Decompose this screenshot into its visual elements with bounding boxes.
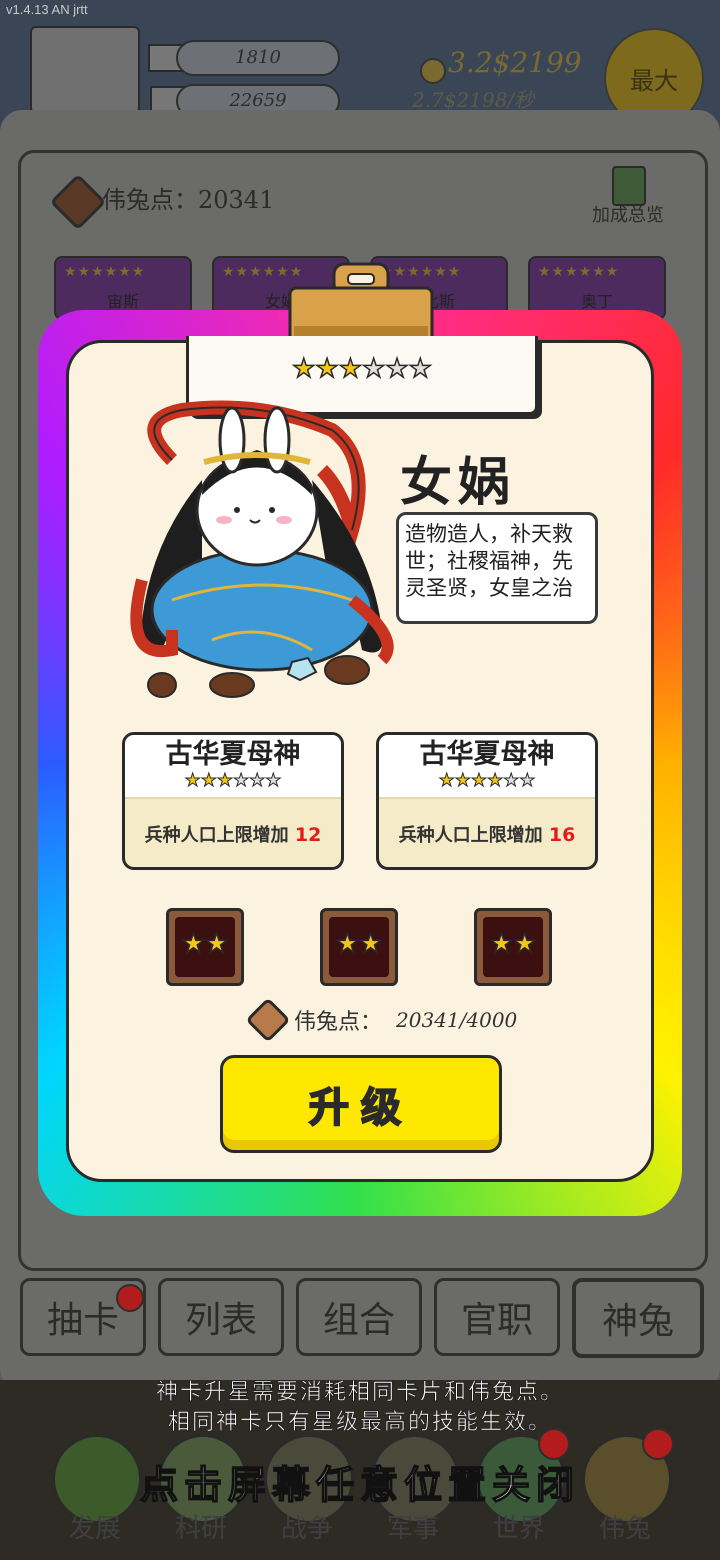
card-slot-stars: ★★★★★★: [64, 264, 146, 280]
points-label: 伟兔点：: [294, 1010, 383, 1035]
points-row: 伟兔点： 20341/4000: [245, 997, 518, 1043]
points-value: 20341/4000: [396, 1008, 518, 1032]
material-card-slot[interactable]: ★★: [320, 908, 398, 986]
star-filled-icon: ★: [486, 770, 504, 791]
star-empty-icon: ★: [408, 354, 433, 384]
gold-rate: 2.7$2198/秒: [412, 88, 535, 112]
hint-line-1: 神卡升星需要消耗相同卡片和伟兔点。: [155, 1380, 564, 1406]
star-empty-icon: ★: [232, 770, 250, 791]
material-stars: ★★: [483, 917, 543, 977]
star-empty-icon: ★: [385, 354, 410, 384]
skill-header: 古华夏母神 ★★★★★★: [125, 735, 341, 799]
star-filled-icon: ★: [181, 929, 206, 959]
skill-desc-text: 兵种人口上限增加: [398, 825, 543, 846]
skill-value: 16: [548, 824, 576, 846]
skill-value: 12: [294, 824, 322, 846]
gold-amount: 3.2$2199: [448, 46, 582, 79]
points-gem-icon: [245, 997, 291, 1043]
nav-label-war: 战争: [280, 1514, 333, 1544]
nav-label-research: 科研: [174, 1514, 227, 1544]
star-empty-icon: ★: [265, 770, 282, 791]
tab-official-post[interactable]: 官职: [434, 1278, 560, 1356]
star-filled-icon: ★: [184, 770, 201, 791]
skill-card-next: 古华夏母神 ★★★★★★ 兵种人口上限增加 16: [376, 732, 598, 870]
star-filled-icon: ★: [470, 770, 487, 791]
clipboard-icon: [612, 166, 646, 206]
nav-label-military: 军事: [386, 1514, 439, 1544]
star-filled-icon: ★: [216, 770, 233, 791]
skill-stars: ★★★★★★: [379, 770, 595, 791]
tab-god-rabbit[interactable]: 神兔: [572, 1278, 704, 1358]
star-filled-icon: ★: [335, 929, 360, 959]
card-description: 造物造人，补天救世；社稷福神，先灵圣贤，女皇之治: [396, 512, 598, 624]
skill-title: 古华夏母神: [165, 739, 301, 770]
star-filled-icon: ★: [489, 929, 514, 959]
material-stars: ★★: [329, 917, 389, 977]
coin-icon: [420, 58, 446, 84]
star-filled-icon: ★: [454, 770, 471, 791]
skill-description: 兵种人口上限增加 16: [379, 821, 595, 847]
skill-title: 古华夏母神: [419, 739, 555, 770]
tab-list[interactable]: 列表: [158, 1278, 284, 1356]
star-empty-icon: ★: [519, 770, 536, 791]
star-filled-icon: ★: [438, 770, 455, 791]
player-avatar[interactable]: [30, 26, 140, 114]
nav-label-develop: 发展: [68, 1514, 121, 1544]
tab-combo[interactable]: 组合: [296, 1278, 422, 1356]
star-empty-icon: ★: [503, 770, 520, 791]
material-card-slot[interactable]: ★★: [474, 908, 552, 986]
resource1-pill: 1810: [176, 40, 340, 76]
skill-stars: ★★★★★★: [125, 770, 341, 791]
nav-label-great-rabbit: 伟兔: [598, 1514, 651, 1544]
skill-description: 兵种人口上限增加 12: [125, 821, 341, 847]
card-slot-stars: ★★★★★★: [538, 264, 620, 280]
star-filled-icon: ★: [315, 354, 340, 384]
material-stars: ★★: [175, 917, 235, 977]
skill-card-current: 古华夏母神 ★★★★★★ 兵种人口上限增加 12: [122, 732, 344, 870]
tap-to-close-hint[interactable]: 点击屏幕任意位置关闭: [0, 1454, 720, 1509]
star-filled-icon: ★: [204, 929, 229, 959]
star-filled-icon: ★: [338, 354, 363, 384]
hint-line-2: 相同神卡只有星级最高的技能生效。: [167, 1410, 552, 1436]
clipboard-clip-icon: [288, 262, 434, 344]
upgrade-button[interactable]: 升级: [220, 1055, 502, 1153]
star-filled-icon: ★: [358, 929, 383, 959]
background-points-label: 伟兔点：20341: [102, 186, 275, 214]
star-filled-icon: ★: [200, 770, 217, 791]
star-filled-icon: ★: [512, 929, 537, 959]
card-name: 女娲: [400, 452, 517, 513]
skill-desc-text: 兵种人口上限增加: [144, 825, 289, 846]
nav-label-world: 世界: [492, 1514, 545, 1544]
star-empty-icon: ★: [249, 770, 266, 791]
nuwa-rabbit-illustration: [130, 400, 394, 698]
skill-header: 古华夏母神 ★★★★★★: [379, 735, 595, 799]
star-filled-icon: ★: [291, 354, 316, 384]
version-label: v1.4.13 AN jrtt: [6, 2, 88, 17]
star-empty-icon: ★: [361, 354, 386, 384]
card-slot-name: 宙斯: [106, 292, 139, 311]
material-card-slot[interactable]: ★★: [166, 908, 244, 986]
notification-dot: [116, 1284, 144, 1312]
star-rating: ★★★★★★: [189, 354, 535, 384]
card-slot-name: 奥丁: [580, 292, 613, 311]
